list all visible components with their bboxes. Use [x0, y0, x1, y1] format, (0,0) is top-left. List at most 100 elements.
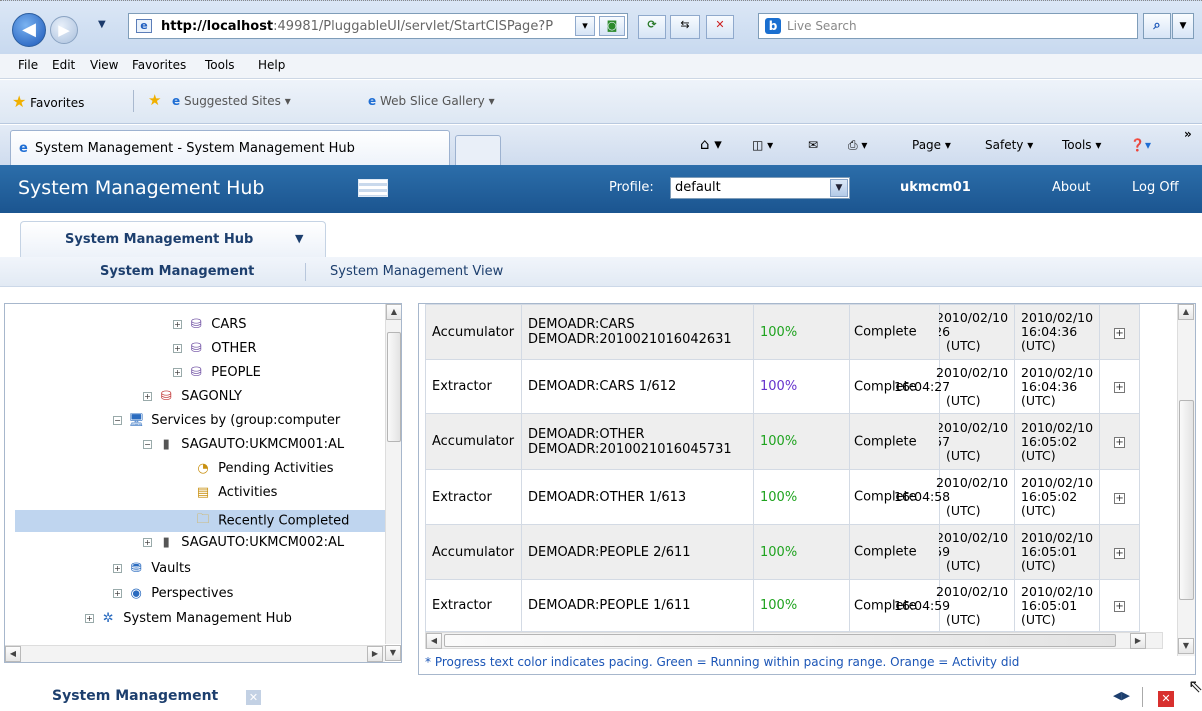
table-row[interactable]: Accumulator DEMOADR:OTHER DEMOADR:20100210…	[425, 413, 1141, 470]
page-menu[interactable]: Page ▾	[912, 138, 951, 152]
stop-button[interactable]: ✕	[706, 15, 734, 39]
scroll-up-icon[interactable]: ▲	[1178, 304, 1194, 320]
add-favorite-icon[interactable]: ★	[148, 91, 161, 109]
tree-item-ukmcm002[interactable]: + ▮ SAGAUTO:UKMCM002:AL	[143, 535, 344, 557]
tree-item-services[interactable]: − 🖥 Services by (group:computer	[113, 413, 340, 435]
search-button[interactable]: ⌕	[1143, 13, 1171, 39]
scroll-right-icon[interactable]: ▶	[367, 646, 383, 662]
table-row[interactable]: Accumulator DEMOADR:CARS DEMOADR:201002101…	[425, 304, 1141, 360]
table-row[interactable]: Extractor DEMOADR:OTHER 1/613 100% Complete…	[425, 469, 1141, 525]
menu-favorites[interactable]: Favorites	[132, 58, 186, 72]
tree-item-activities[interactable]: ▤ Activities	[195, 485, 278, 507]
refresh-button[interactable]: ⟳	[638, 15, 666, 39]
expand-icon[interactable]: +	[143, 538, 152, 547]
expand-icon[interactable]: +	[85, 614, 94, 623]
scroll-up-icon[interactable]: ▲	[386, 304, 401, 320]
tree-item-other[interactable]: + ⛁ OTHER	[173, 341, 256, 363]
expand-icon[interactable]: +	[1114, 492, 1126, 504]
tree-vertical-scrollbar[interactable]: ▲	[385, 304, 401, 644]
search-box[interactable]: b Live Search	[758, 13, 1138, 39]
table-row[interactable]: Extractor DEMOADR:PEOPLE 1/611 100% Complet…	[425, 579, 1141, 632]
scroll-thumb[interactable]	[444, 634, 1116, 647]
menu-edit[interactable]: Edit	[52, 58, 75, 72]
web-slice-gallery-link[interactable]: e Web Slice Gallery ▾	[368, 94, 495, 108]
recent-pages-dropdown[interactable]: ▼	[98, 19, 106, 30]
grid-view-icon[interactable]	[358, 179, 388, 197]
tools-menu[interactable]: Tools ▾	[1062, 138, 1101, 152]
tree-item-system-management-hub[interactable]: + ✲ System Management Hub	[85, 611, 292, 633]
compatibility-view-icon[interactable]: ◙	[599, 16, 625, 36]
new-tab-button[interactable]	[455, 135, 501, 165]
expand-icon[interactable]: +	[173, 320, 182, 329]
expand-icon[interactable]: +	[173, 368, 182, 377]
subnav-system-management-view[interactable]: System Management View	[330, 264, 503, 279]
mail-icon[interactable]: ✉	[808, 138, 818, 152]
nav-arrows-icon[interactable]: ◀▶	[1113, 689, 1130, 702]
expand-icon[interactable]: +	[1114, 327, 1126, 339]
address-dropdown-button[interactable]: ▾	[575, 16, 595, 36]
menu-view[interactable]: View	[90, 58, 118, 72]
hub-tab-dropdown-icon[interactable]: ▼	[295, 232, 303, 245]
table-row[interactable]: Extractor DEMOADR:CARS 1/612 100% Complete 2…	[425, 359, 1141, 414]
subnav-system-management[interactable]: System Management	[100, 264, 254, 279]
home-icon[interactable]: ⌂ ▾	[700, 135, 722, 153]
suggested-sites-link[interactable]: e Suggested Sites ▾	[172, 94, 291, 108]
collapse-icon[interactable]: −	[143, 440, 152, 449]
expand-icon[interactable]: +	[1114, 382, 1126, 393]
forward-button[interactable]: ▶	[50, 16, 78, 44]
expand-icon[interactable]: +	[143, 392, 152, 401]
search-options-dropdown[interactable]: ▼	[1172, 13, 1194, 39]
tree-item-ukmcm001[interactable]: − ▮ SAGAUTO:UKMCM001:AL	[143, 437, 344, 459]
browser-tab-active[interactable]: e System Management - System Management …	[10, 130, 450, 165]
url-text[interactable]: http://localhost:49981/PluggableUI/servl…	[161, 19, 553, 34]
bottom-tab-label[interactable]: System Management	[52, 688, 218, 704]
eye-icon: ◉	[130, 586, 142, 601]
tree-item-vaults[interactable]: + ⛃ Vaults	[113, 561, 191, 583]
menu-file[interactable]: File	[18, 58, 38, 72]
table-vertical-scrollbar[interactable]: ▲ ▼	[1177, 304, 1195, 656]
progress-text: 100%	[760, 489, 798, 505]
expand-icon[interactable]: +	[113, 589, 122, 598]
close-window-icon[interactable]: ✕	[1158, 691, 1174, 707]
expand-icon[interactable]: +	[113, 564, 122, 573]
scroll-left-icon[interactable]: ◀	[5, 646, 21, 662]
logoff-link[interactable]: Log Off	[1132, 180, 1179, 195]
about-link[interactable]: About	[1052, 180, 1090, 195]
menu-tools[interactable]: Tools	[205, 58, 235, 72]
table-horizontal-scrollbar[interactable]: ◀ ▶	[425, 632, 1163, 649]
go-button[interactable]: ⇆	[670, 15, 700, 39]
scroll-thumb[interactable]	[1179, 400, 1194, 600]
expand-icon[interactable]: +	[1114, 437, 1126, 448]
tree-item-people[interactable]: + ⛁ PEOPLE	[173, 365, 261, 387]
tree-horizontal-scrollbar[interactable]: ◀ ▶	[5, 645, 385, 662]
more-chevron-icon[interactable]: »	[1184, 127, 1192, 141]
tree-item-recently-completed[interactable]: 🗀 Recently Completed	[15, 510, 385, 532]
tree-item-cars[interactable]: + ⛁ CARS	[173, 317, 247, 339]
safety-menu[interactable]: Safety ▾	[985, 138, 1033, 152]
tree-item-perspectives[interactable]: + ◉ Perspectives	[113, 586, 233, 608]
address-bar[interactable]: e http://localhost:49981/PluggableUI/ser…	[128, 13, 628, 39]
help-icon[interactable]: ❓▾	[1130, 138, 1151, 152]
back-button[interactable]: ◀	[12, 13, 46, 47]
menu-help[interactable]: Help	[258, 58, 285, 72]
expand-icon[interactable]: +	[173, 344, 182, 353]
print-icon[interactable]: ⎙ ▾	[848, 138, 867, 153]
table-row[interactable]: Accumulator DEMOADR:PEOPLE 2/611 100% Compl…	[425, 524, 1141, 580]
scroll-down-icon[interactable]: ▼	[385, 645, 401, 661]
tree-item-pending-activities[interactable]: ◔ Pending Activities	[195, 461, 333, 483]
scroll-right-icon[interactable]: ▶	[1130, 633, 1146, 649]
expand-icon[interactable]: +	[1114, 547, 1126, 559]
tree-item-sagonly[interactable]: + ⛁ SAGONLY	[143, 389, 242, 411]
scroll-thumb[interactable]	[387, 332, 401, 442]
scroll-down-icon[interactable]: ▼	[1178, 638, 1194, 654]
hub-tab[interactable]: System Management Hub ▼	[20, 221, 326, 257]
profile-select[interactable]: default ▼	[670, 177, 850, 199]
collapse-icon[interactable]: −	[113, 416, 122, 425]
feeds-icon[interactable]: ◫ ▾	[752, 138, 773, 152]
favorites-button[interactable]: ★ Favorites	[12, 92, 84, 111]
close-icon[interactable]: ✕	[246, 690, 261, 705]
activity-status: Complete	[849, 469, 940, 525]
expand-icon[interactable]: +	[1114, 601, 1126, 612]
scroll-left-icon[interactable]: ◀	[426, 633, 442, 649]
chevron-down-icon[interactable]: ▼	[830, 179, 848, 197]
